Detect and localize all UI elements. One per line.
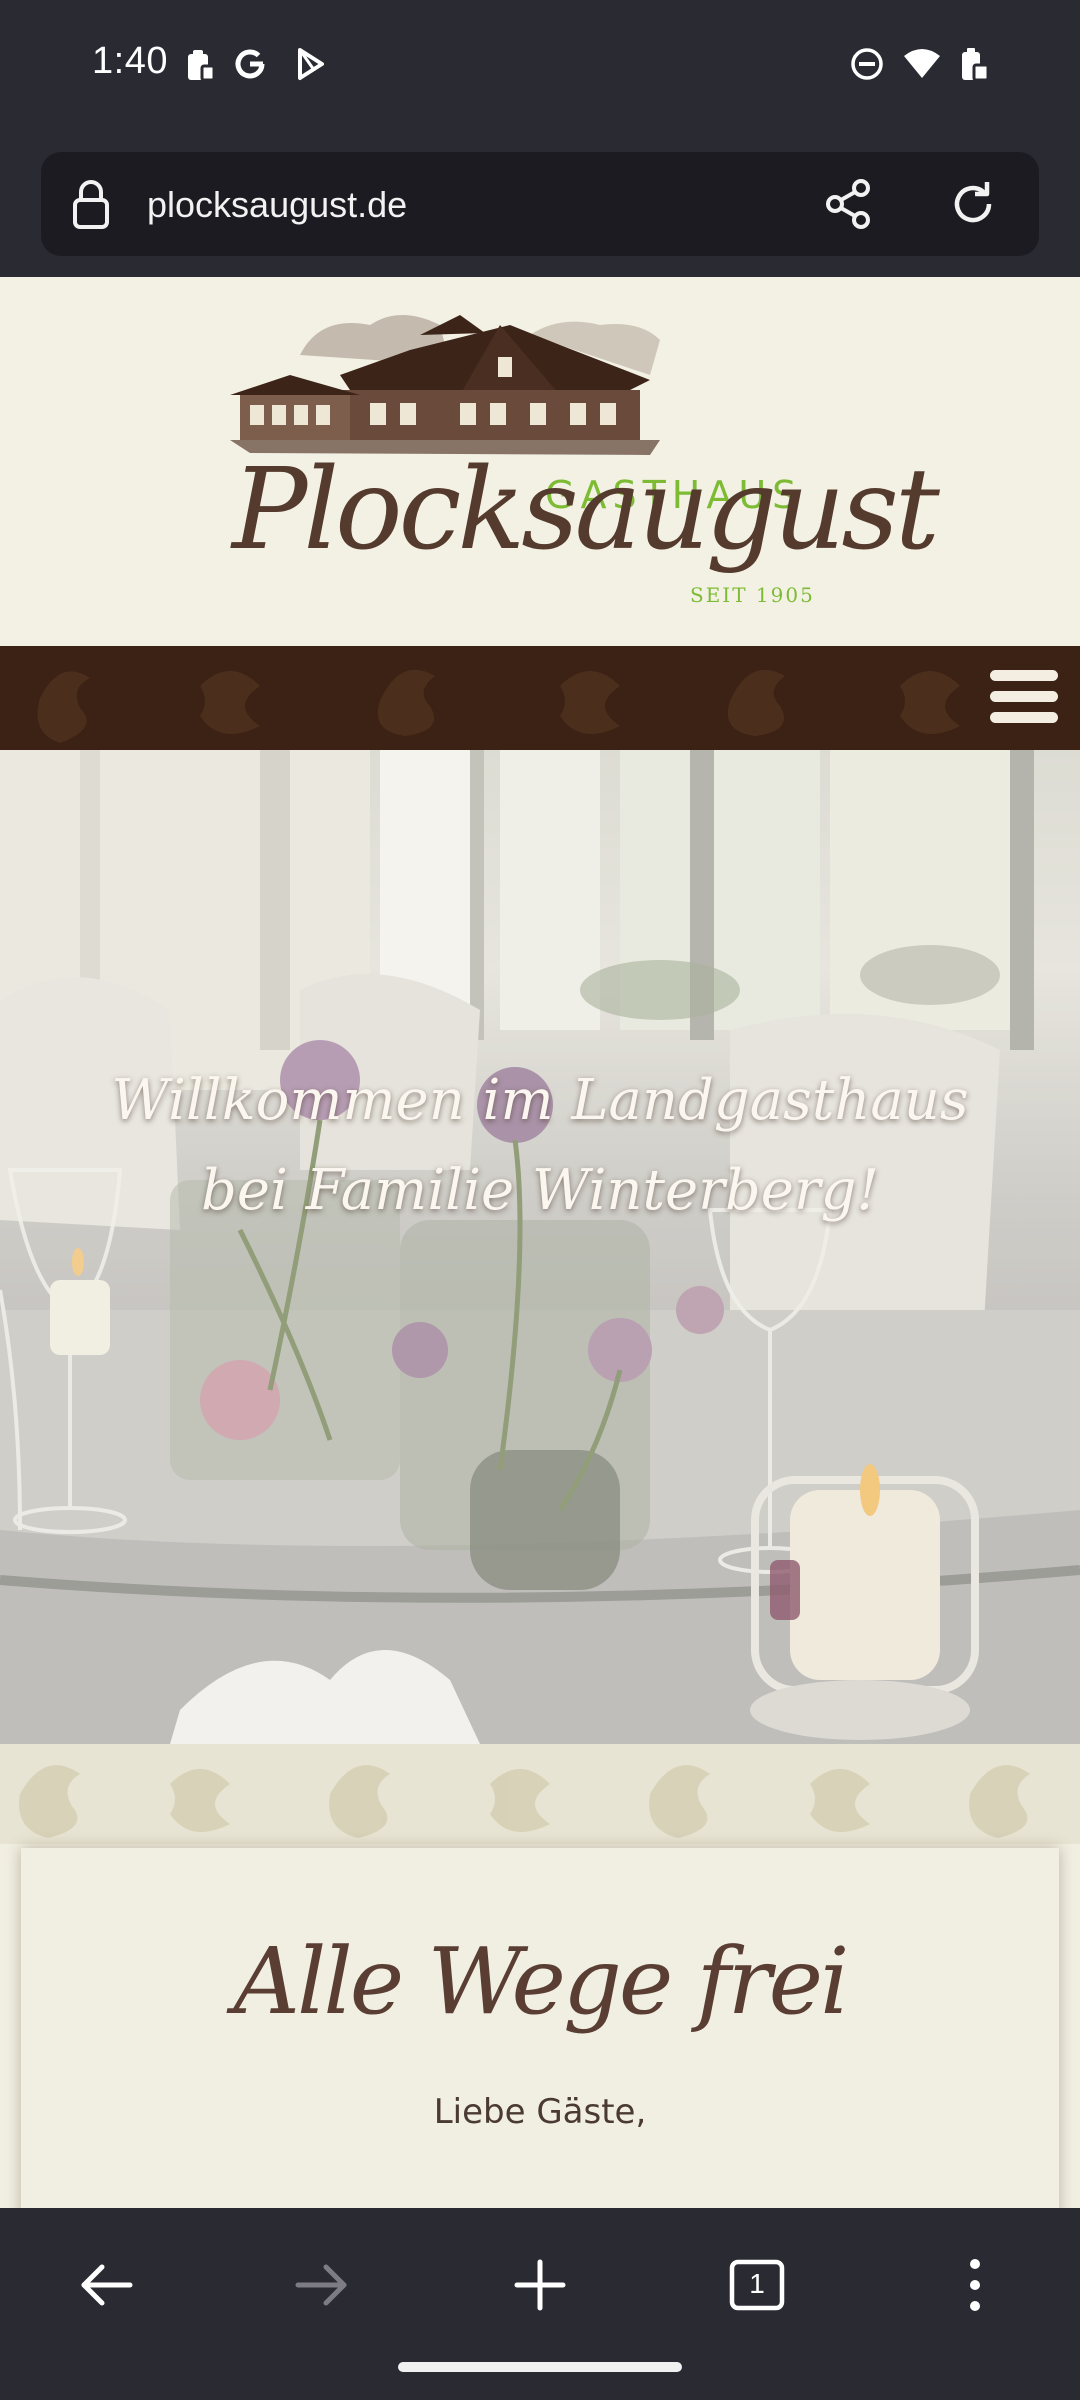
browser-url-area: plocksaugust.de	[0, 135, 1080, 277]
forward-icon[interactable]	[278, 2240, 368, 2330]
content-card: Alle Wege frei Liebe Gäste,	[21, 1848, 1059, 2208]
share-icon[interactable]	[823, 178, 875, 234]
status-bar: 1:40	[0, 0, 1080, 135]
battery-icon	[956, 46, 992, 82]
lock-icon[interactable]	[71, 178, 111, 234]
do-not-disturb-icon	[849, 46, 885, 82]
card-greeting: Liebe Gäste,	[433, 2092, 647, 2132]
play-store-icon	[292, 46, 328, 82]
new-tab-icon[interactable]	[495, 2240, 585, 2330]
clipboard-icon	[182, 46, 218, 82]
hero-image: Willkommen im Landgasthaus bei Familie W…	[0, 750, 1080, 1744]
url-text[interactable]: plocksaugust.de	[147, 184, 407, 226]
phone-screen: 1:40 plocksaugust.de GASTHAUS Plocksaugu…	[0, 0, 1080, 2400]
overflow-menu-icon[interactable]	[930, 2240, 1020, 2330]
hero-heading-line1: Willkommen im Landgasthaus	[111, 1068, 969, 1133]
reload-icon[interactable]	[947, 178, 999, 234]
wifi-icon	[902, 46, 942, 82]
home-indicator[interactable]	[398, 2362, 682, 2372]
damask-pattern	[19, 1765, 1030, 1838]
web-page: GASTHAUS Plocksaugust SEIT 1905 Willkomm…	[0, 277, 1080, 2208]
farmhouse-drawing	[230, 315, 660, 455]
damask-pattern	[37, 669, 960, 743]
site-header: GASTHAUS Plocksaugust SEIT 1905	[0, 277, 1080, 646]
tab-count: 1	[749, 2268, 765, 2299]
back-icon[interactable]	[60, 2240, 150, 2330]
hero-heading-line2: bei Familie Winterberg!	[201, 1158, 879, 1223]
navigation-bar	[0, 646, 1080, 750]
status-time: 1:40	[92, 40, 168, 82]
decorative-band	[0, 1744, 1080, 1844]
google-icon	[232, 46, 268, 82]
table-setting-photo	[0, 750, 1080, 1744]
hamburger-menu-icon[interactable]	[990, 670, 1060, 732]
logo-name: Plocksaugust	[232, 445, 940, 575]
logo-since: SEIT 1905	[690, 583, 815, 607]
address-bar[interactable]: plocksaugust.de	[41, 152, 1039, 256]
tabs-icon[interactable]: 1	[712, 2240, 802, 2330]
card-title: Alle Wege frei	[233, 1928, 850, 2035]
